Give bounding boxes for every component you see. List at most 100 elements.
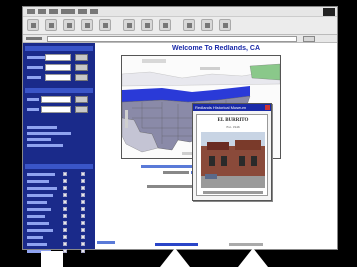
overview-label [163,171,189,174]
sidebar-header-search [25,46,93,51]
address-bar [23,35,337,43]
browser-window: Welcome To Redlands, CA Redlands Histori… [22,6,338,253]
home-icon[interactable] [99,19,111,31]
popup-heading: EL BURRITO [217,118,249,123]
find-button[interactable] [75,54,88,61]
edit-icon[interactable] [219,19,231,31]
layer-checkbox[interactable] [63,214,67,218]
layer-checkbox[interactable] [81,172,85,176]
map-label [125,110,128,128]
address-input[interactable] [47,36,297,42]
menu-file[interactable] [27,9,35,14]
layer-checkbox[interactable] [63,235,67,239]
layer-checkbox[interactable] [63,228,67,232]
popup-subheading: Est. 1946 [226,125,240,129]
pointer-arrow-icon [160,248,190,267]
close-icon[interactable] [265,105,270,110]
menu-edit[interactable] [38,9,46,14]
browser-logo [323,8,335,16]
favorites-icon[interactable] [141,19,153,31]
layer-checkbox[interactable] [63,221,67,225]
info-popup-window[interactable]: Redlands Historical Museum EL BURRITO Es… [192,103,272,201]
zoom-select[interactable] [41,96,71,103]
stop-icon[interactable] [63,19,75,31]
history-icon[interactable] [159,19,171,31]
layer-checkbox[interactable] [63,172,67,176]
layer-checkbox[interactable] [63,242,67,246]
layer-checkbox[interactable] [63,186,67,190]
search-input[interactable] [45,54,71,61]
find-button[interactable] [75,64,88,71]
layer-select[interactable] [41,106,71,113]
layer-checkbox[interactable] [63,193,67,197]
popup-card: EL BURRITO Est. 1946 [196,114,268,196]
menu-favorites[interactable] [61,9,75,14]
layer-checkbox[interactable] [81,214,85,218]
find-button[interactable] [75,74,88,81]
layer-label [27,180,49,183]
stand-left [41,251,63,267]
layer-checkbox[interactable] [63,200,67,204]
layer-checkbox[interactable] [81,179,85,183]
go-button[interactable] [303,36,315,42]
search-icon[interactable] [123,19,135,31]
page-title: Welcome To Redlands, CA [171,45,261,52]
field-label [27,76,41,79]
back-icon[interactable] [27,19,39,31]
popup-title: Redlands Historical Museum [193,104,271,111]
layer-label [27,222,49,225]
info-text [27,132,71,135]
layer-label [27,208,51,211]
layer-label [27,236,43,239]
street-input[interactable] [45,64,71,71]
layer-label [27,187,57,190]
layer-label [27,215,45,218]
layer-checkbox[interactable] [81,207,85,211]
layer-label [27,194,53,197]
data-link[interactable] [97,241,115,244]
mail-icon[interactable] [183,19,195,31]
sidebar-header-zoom [25,88,93,93]
field-label [27,66,43,69]
refresh-icon[interactable] [81,19,93,31]
forward-icon[interactable] [45,19,57,31]
menu-tools[interactable] [78,9,87,14]
info-text [27,144,63,147]
field-label [27,108,39,111]
layer-label [27,201,47,204]
print-icon[interactable] [201,19,213,31]
layer-label [27,229,53,232]
map-label [142,59,166,63]
layer-checkbox[interactable] [63,207,67,211]
address-label [26,37,42,40]
info-text [27,126,57,129]
layer-checkbox[interactable] [81,242,85,246]
layer-checkbox[interactable] [81,193,85,197]
layer-checkbox[interactable] [81,186,85,190]
layer-checkbox[interactable] [81,235,85,239]
parcel-input[interactable] [45,74,71,81]
field-label [27,98,39,101]
layer-label [27,243,47,246]
map-label [200,67,220,70]
layer-checkbox[interactable] [81,200,85,204]
field-label [27,56,45,59]
taskbar-item [229,243,263,246]
layers-header [25,164,93,169]
zoom-button[interactable] [75,96,88,103]
pointer-arrow-icon [238,248,268,267]
photo-caption [203,191,263,194]
layer-checkbox[interactable] [81,249,85,253]
menu-view[interactable] [49,9,58,14]
layer-checkbox[interactable] [63,179,67,183]
layer-label [27,173,55,176]
taskbar-active [155,243,198,246]
menu-help[interactable] [90,9,98,14]
menu-bar [23,7,337,17]
layer-checkbox[interactable] [81,221,85,225]
layer-checkbox[interactable] [63,249,67,253]
layer-checkbox[interactable] [81,228,85,232]
toolbar [23,17,337,35]
apply-button[interactable] [75,106,88,113]
info-text [27,138,51,141]
